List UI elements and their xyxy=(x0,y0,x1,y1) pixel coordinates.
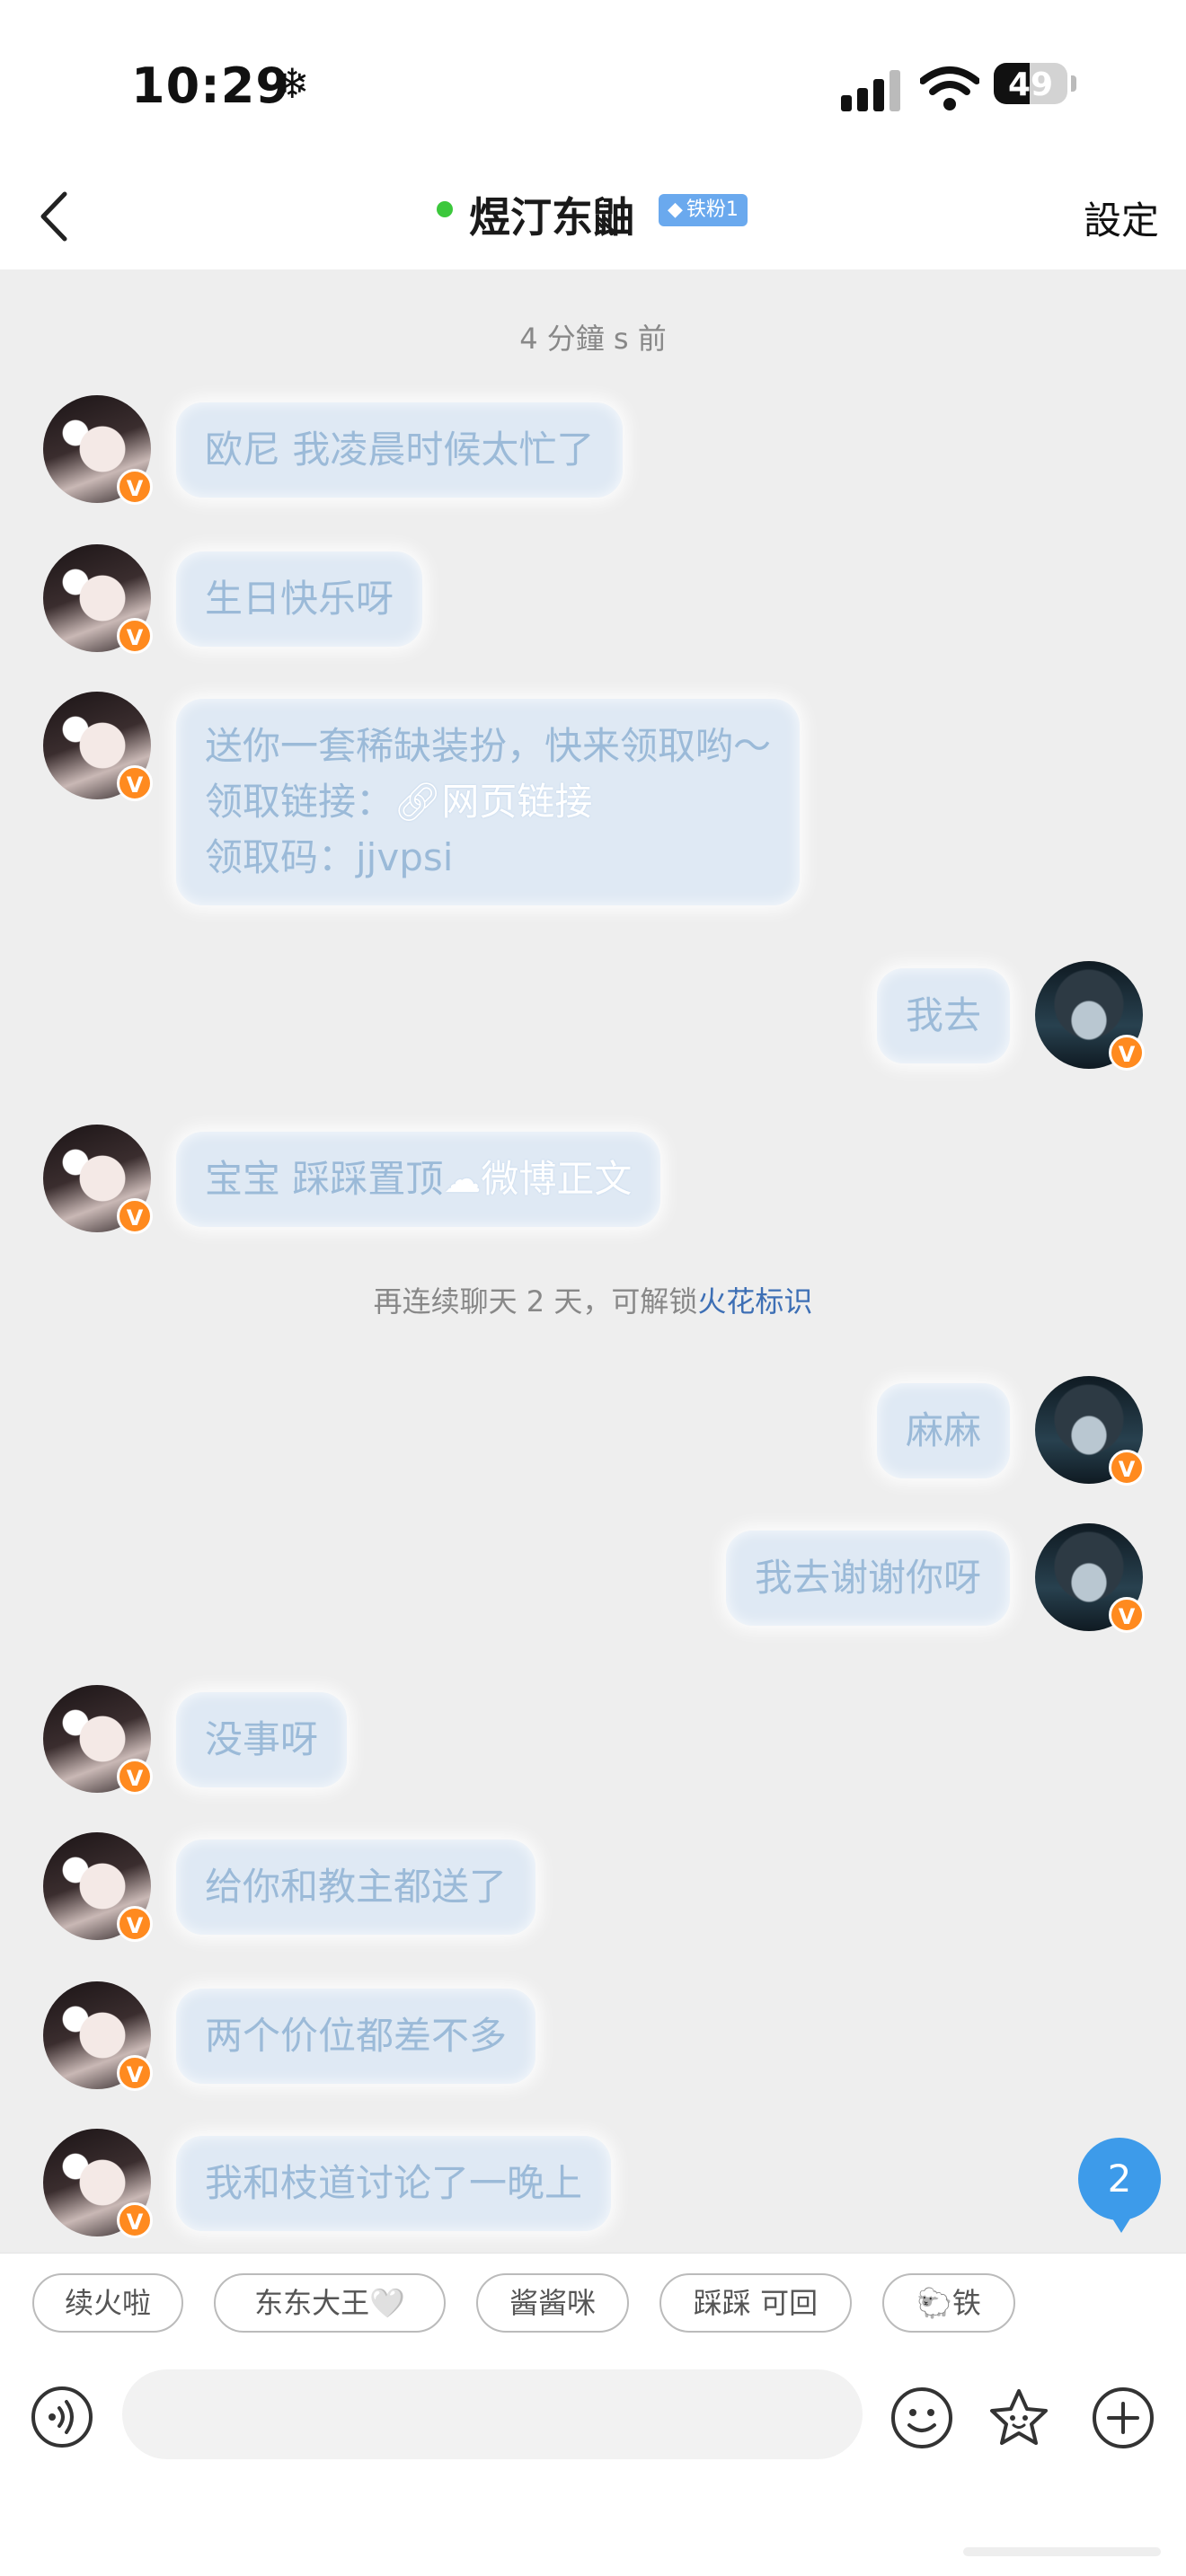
message-bubble-right[interactable]: 麻麻 xyxy=(876,1383,1010,1478)
verified-badge-icon: V xyxy=(117,765,153,801)
chat-header: 煜汀东鼬 ◆ 铁粉1 設定 xyxy=(0,171,1186,269)
quick-reply-chip[interactable]: 酱酱咪 xyxy=(476,2273,629,2333)
status-bar: 10:29 ❄ 49 xyxy=(0,0,1186,171)
message-bubble-left[interactable]: 两个价位都差不多 xyxy=(176,1989,536,2084)
diamond-icon: ◆ xyxy=(668,198,683,221)
message-bubble-left[interactable]: 我和枝道讨论了一晚上 xyxy=(176,2136,612,2231)
voice-input-icon[interactable] xyxy=(31,2386,93,2448)
web-link[interactable]: 🔗︎网页链接 xyxy=(394,780,592,824)
verified-badge-icon: V xyxy=(117,618,153,654)
my-avatar[interactable]: V xyxy=(1035,1523,1145,1633)
spark-unlock-notice: 再连续聊天 2 天，可解锁火花标识 xyxy=(373,1284,813,1319)
fan-level-badge: ◆ 铁粉1 xyxy=(659,194,748,226)
weibo-icon: ☁︎ xyxy=(443,1157,482,1201)
message-timestamp: 4 分鐘 s 前 xyxy=(519,322,667,356)
settings-button[interactable]: 設定 xyxy=(1084,190,1159,245)
cellular-signal-icon xyxy=(841,70,906,111)
message-input[interactable] xyxy=(122,2369,863,2459)
message-bubble-left[interactable]: 没事呀 xyxy=(176,1692,348,1787)
contact-avatar[interactable]: V xyxy=(43,692,153,801)
message-bubble-left[interactable]: 送你一套稀缺装扮，快来领取哟～ 领取链接：🔗︎网页链接 领取码：jjvpsi xyxy=(176,699,801,905)
message-bubble-left[interactable]: 宝宝 踩踩置顶☁︎微博正文 xyxy=(176,1132,661,1227)
verified-badge-icon: V xyxy=(1109,1597,1145,1633)
link-icon: 🔗︎ xyxy=(394,780,442,824)
contact-avatar[interactable]: V xyxy=(43,1685,153,1795)
message-bubble-left[interactable]: 生日快乐呀 xyxy=(176,551,423,647)
message-bubble-left[interactable]: 欧尼 我凌晨时候太忙了 xyxy=(176,402,624,498)
verified-badge-icon: V xyxy=(117,1759,153,1795)
quick-reply-chip[interactable]: 东东大王🤍 xyxy=(214,2273,446,2333)
fan-badge-label: 铁粉1 xyxy=(686,198,739,221)
verified-badge-icon: V xyxy=(117,469,153,505)
verified-badge-icon: V xyxy=(1109,1450,1145,1486)
back-arrow-icon[interactable] xyxy=(25,185,88,248)
contact-avatar[interactable]: V xyxy=(43,544,153,654)
quick-reply-chip[interactable]: 踩踩 可回 xyxy=(659,2273,852,2333)
contact-avatar[interactable]: V xyxy=(43,2129,153,2238)
verified-badge-icon: V xyxy=(117,1198,153,1234)
weibo-post-link[interactable]: ☁︎微博正文 xyxy=(443,1157,632,1201)
emoji-icon[interactable] xyxy=(890,2386,954,2450)
my-avatar[interactable]: V xyxy=(1035,1376,1145,1486)
contact-name[interactable]: 煜汀东鼬 xyxy=(469,185,634,244)
snowflake-icon: ❄ xyxy=(275,59,310,108)
home-indicator xyxy=(963,2547,1161,2556)
online-status-dot xyxy=(437,201,453,217)
wifi-icon xyxy=(920,66,979,110)
message-line: 送你一套稀缺装扮，快来领取哟～ xyxy=(205,724,772,768)
verified-badge-icon: V xyxy=(1109,1035,1145,1071)
add-icon[interactable] xyxy=(1091,2386,1155,2450)
unread-count-badge[interactable]: 2 xyxy=(1078,2138,1161,2233)
battery-level: 49 xyxy=(1007,66,1054,103)
contact-avatar[interactable]: V xyxy=(43,1832,153,1942)
message-line: 领取链接：🔗︎网页链接 xyxy=(205,780,593,824)
verified-badge-icon: V xyxy=(117,2202,153,2238)
sticker-icon[interactable] xyxy=(987,2386,1051,2450)
battery-icon: 49 xyxy=(994,63,1067,104)
contact-avatar[interactable]: V xyxy=(43,395,153,505)
message-bubble-right[interactable]: 我去 xyxy=(876,968,1010,1063)
status-time: 10:29 xyxy=(131,57,290,114)
verified-badge-icon: V xyxy=(117,2055,153,2091)
contact-avatar[interactable]: V xyxy=(43,1125,153,1234)
quick-reply-chip[interactable]: 🐑铁 xyxy=(882,2273,1015,2333)
message-input-bar xyxy=(0,2351,1186,2576)
message-bubble-left[interactable]: 给你和教主都送了 xyxy=(176,1839,536,1935)
message-line: 领取码：jjvpsi xyxy=(205,835,454,879)
spark-mark-link[interactable]: 火花标识 xyxy=(697,1284,812,1319)
contact-avatar[interactable]: V xyxy=(43,1981,153,2091)
verified-badge-icon: V xyxy=(117,1906,153,1942)
my-avatar[interactable]: V xyxy=(1035,961,1145,1071)
quick-reply-bar: 续火啦 东东大王🤍 酱酱咪 踩踩 可回 🐑铁 xyxy=(0,2253,1186,2352)
battery-tip xyxy=(1071,75,1076,92)
chat-messages-area[interactable]: 4 分鐘 s 前 V 欧尼 我凌晨时候太忙了 V 生日快乐呀 V 送你一套稀缺装… xyxy=(0,269,1186,2253)
message-bubble-right[interactable]: 我去谢谢你呀 xyxy=(725,1531,1010,1626)
quick-reply-chip[interactable]: 续火啦 xyxy=(32,2273,183,2333)
